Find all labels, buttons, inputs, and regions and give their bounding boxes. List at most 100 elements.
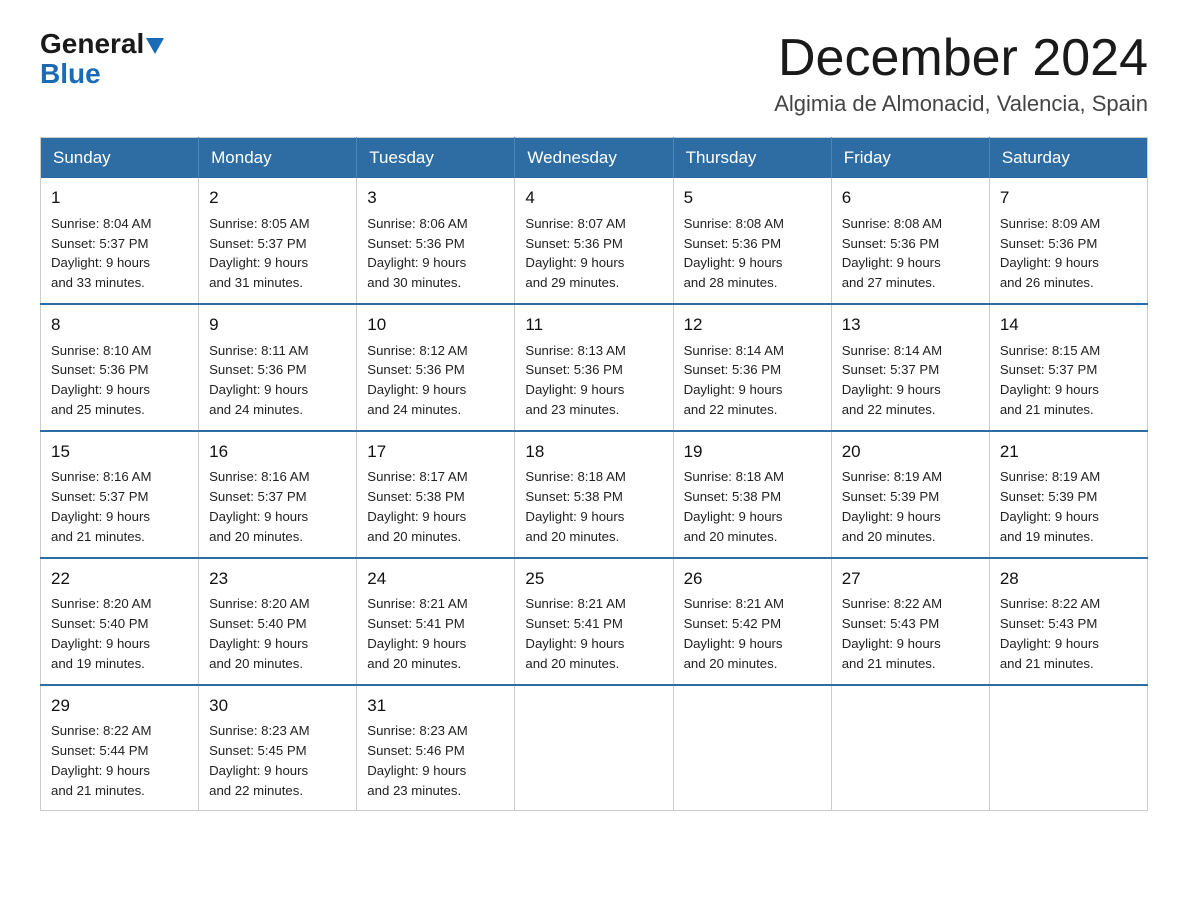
day-info: Sunrise: 8:06 AMSunset: 5:36 PMDaylight:… [367,216,467,290]
day-info: Sunrise: 8:08 AMSunset: 5:36 PMDaylight:… [684,216,784,290]
calendar-day-cell: 6Sunrise: 8:08 AMSunset: 5:36 PMDaylight… [831,178,989,304]
calendar-day-cell: 26 Sunrise: 8:21 AMSunset: 5:42 PMDayligh… [673,558,831,685]
calendar-empty-cell [989,685,1147,811]
location-title: Algimia de Almonacid, Valencia, Spain [774,91,1148,117]
calendar-day-cell: 1 Sunrise: 8:04 AMSunset: 5:37 PMDaylight… [41,178,199,304]
title-block: December 2024 Algimia de Almonacid, Vale… [774,30,1148,117]
day-info: Sunrise: 8:19 AMSunset: 5:39 PMDaylight:… [1000,469,1100,543]
day-info: Sunrise: 8:21 AMSunset: 5:42 PMDaylight:… [684,596,784,670]
calendar-week-row: 8 Sunrise: 8:10 AMSunset: 5:36 PMDaylight… [41,304,1148,431]
day-info: Sunrise: 8:23 AMSunset: 5:45 PMDaylight:… [209,723,309,797]
day-number: 18 [525,440,662,465]
day-info: Sunrise: 8:05 AMSunset: 5:37 PMDaylight:… [209,216,309,290]
day-number: 31 [367,694,504,719]
calendar-day-cell: 8 Sunrise: 8:10 AMSunset: 5:36 PMDaylight… [41,304,199,431]
calendar-empty-cell [515,685,673,811]
page-header: General Blue December 2024 Algimia de Al… [40,30,1148,117]
day-info: Sunrise: 8:08 AMSunset: 5:36 PMDaylight:… [842,216,942,290]
day-number: 13 [842,313,979,338]
day-info: Sunrise: 8:18 AMSunset: 5:38 PMDaylight:… [684,469,784,543]
calendar-week-row: 29 Sunrise: 8:22 AMSunset: 5:44 PMDayligh… [41,685,1148,811]
calendar-day-cell: 13 Sunrise: 8:14 AMSunset: 5:37 PMDayligh… [831,304,989,431]
weekday-header-saturday: Saturday [989,138,1147,179]
day-number: 11 [525,313,662,338]
day-info: Sunrise: 8:20 AMSunset: 5:40 PMDaylight:… [51,596,151,670]
day-info: Sunrise: 8:11 AMSunset: 5:36 PMDaylight:… [209,343,308,417]
day-number: 1 [51,186,188,211]
calendar-day-cell: 21 Sunrise: 8:19 AMSunset: 5:39 PMDayligh… [989,431,1147,558]
day-number: 27 [842,567,979,592]
calendar-day-cell: 4 Sunrise: 8:07 AMSunset: 5:36 PMDaylight… [515,178,673,304]
day-info: Sunrise: 8:13 AMSunset: 5:36 PMDaylight:… [525,343,625,417]
day-number: 2 [209,186,346,211]
weekday-header-wednesday: Wednesday [515,138,673,179]
day-number: 9 [209,313,346,338]
calendar-day-cell: 27 Sunrise: 8:22 AMSunset: 5:43 PMDayligh… [831,558,989,685]
day-info: Sunrise: 8:15 AMSunset: 5:37 PMDaylight:… [1000,343,1100,417]
calendar-week-row: 15 Sunrise: 8:16 AMSunset: 5:37 PMDayligh… [41,431,1148,558]
day-info: Sunrise: 8:21 AMSunset: 5:41 PMDaylight:… [525,596,625,670]
weekday-header-tuesday: Tuesday [357,138,515,179]
calendar-day-cell: 30 Sunrise: 8:23 AMSunset: 5:45 PMDayligh… [199,685,357,811]
calendar-day-cell: 25 Sunrise: 8:21 AMSunset: 5:41 PMDayligh… [515,558,673,685]
day-number: 26 [684,567,821,592]
calendar-day-cell: 14Sunrise: 8:15 AMSunset: 5:37 PMDayligh… [989,304,1147,431]
day-number: 7 [1000,186,1137,211]
calendar-day-cell: 10 Sunrise: 8:12 AMSunset: 5:36 PMDayligh… [357,304,515,431]
day-number: 29 [51,694,188,719]
day-number: 16 [209,440,346,465]
calendar-day-cell: 19 Sunrise: 8:18 AMSunset: 5:38 PMDayligh… [673,431,831,558]
day-info: Sunrise: 8:09 AMSunset: 5:36 PMDaylight:… [1000,216,1100,290]
calendar-day-cell: 11 Sunrise: 8:13 AMSunset: 5:36 PMDayligh… [515,304,673,431]
day-number: 5 [684,186,821,211]
day-info: Sunrise: 8:22 AMSunset: 5:44 PMDaylight:… [51,723,151,797]
day-info: Sunrise: 8:10 AMSunset: 5:36 PMDaylight:… [51,343,151,417]
logo-blue-text: Blue [40,58,101,90]
calendar-day-cell: 29 Sunrise: 8:22 AMSunset: 5:44 PMDayligh… [41,685,199,811]
day-number: 24 [367,567,504,592]
day-number: 3 [367,186,504,211]
day-info: Sunrise: 8:14 AMSunset: 5:36 PMDaylight:… [684,343,784,417]
calendar-day-cell: 28Sunrise: 8:22 AMSunset: 5:43 PMDayligh… [989,558,1147,685]
logo: General Blue [40,30,164,90]
calendar-day-cell: 16 Sunrise: 8:16 AMSunset: 5:37 PMDayligh… [199,431,357,558]
calendar-week-row: 22 Sunrise: 8:20 AMSunset: 5:40 PMDayligh… [41,558,1148,685]
logo-general-text: General [40,30,164,58]
month-title: December 2024 [774,30,1148,87]
calendar-day-cell: 2 Sunrise: 8:05 AMSunset: 5:37 PMDaylight… [199,178,357,304]
day-number: 8 [51,313,188,338]
day-info: Sunrise: 8:20 AMSunset: 5:40 PMDaylight:… [209,596,309,670]
calendar-empty-cell [673,685,831,811]
day-number: 25 [525,567,662,592]
weekday-header-sunday: Sunday [41,138,199,179]
calendar-day-cell: 31 Sunrise: 8:23 AMSunset: 5:46 PMDayligh… [357,685,515,811]
calendar-day-cell: 9 Sunrise: 8:11 AMSunset: 5:36 PMDaylight… [199,304,357,431]
day-info: Sunrise: 8:16 AMSunset: 5:37 PMDaylight:… [51,469,151,543]
day-number: 17 [367,440,504,465]
calendar-day-cell: 12 Sunrise: 8:14 AMSunset: 5:36 PMDayligh… [673,304,831,431]
day-number: 19 [684,440,821,465]
day-info: Sunrise: 8:14 AMSunset: 5:37 PMDaylight:… [842,343,942,417]
calendar-day-cell: 7 Sunrise: 8:09 AMSunset: 5:36 PMDaylight… [989,178,1147,304]
day-info: Sunrise: 8:04 AMSunset: 5:37 PMDaylight:… [51,216,151,290]
day-info: Sunrise: 8:16 AMSunset: 5:37 PMDaylight:… [209,469,309,543]
day-number: 10 [367,313,504,338]
day-info: Sunrise: 8:22 AMSunset: 5:43 PMDaylight:… [842,596,942,670]
day-number: 4 [525,186,662,211]
day-info: Sunrise: 8:12 AMSunset: 5:36 PMDaylight:… [367,343,467,417]
day-number: 23 [209,567,346,592]
calendar-day-cell: 5 Sunrise: 8:08 AMSunset: 5:36 PMDaylight… [673,178,831,304]
day-info: Sunrise: 8:07 AMSunset: 5:36 PMDaylight:… [525,216,625,290]
day-info: Sunrise: 8:23 AMSunset: 5:46 PMDaylight:… [367,723,467,797]
day-number: 12 [684,313,821,338]
weekday-header-monday: Monday [199,138,357,179]
calendar-empty-cell [831,685,989,811]
day-number: 22 [51,567,188,592]
weekday-header-friday: Friday [831,138,989,179]
day-number: 15 [51,440,188,465]
day-number: 21 [1000,440,1137,465]
day-number: 20 [842,440,979,465]
day-info: Sunrise: 8:19 AMSunset: 5:39 PMDaylight:… [842,469,942,543]
calendar-day-cell: 20 Sunrise: 8:19 AMSunset: 5:39 PMDayligh… [831,431,989,558]
day-number: 30 [209,694,346,719]
